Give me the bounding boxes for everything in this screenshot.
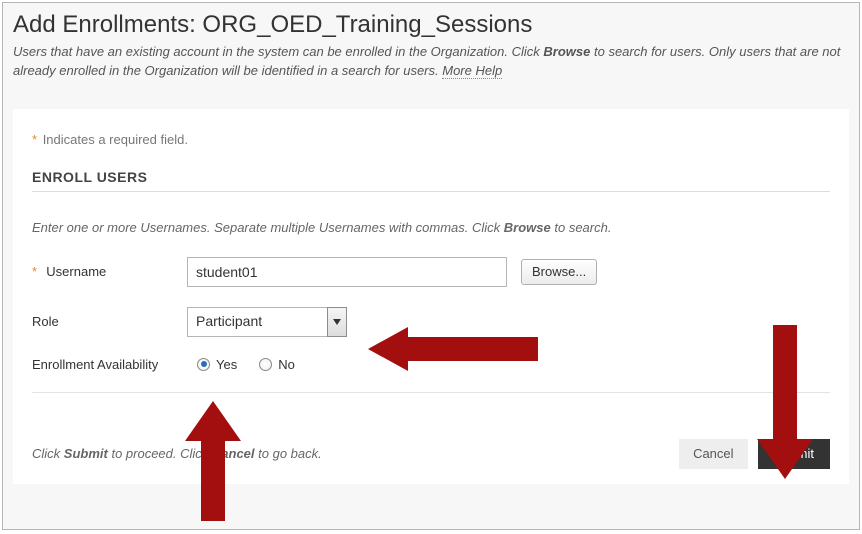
desc-part-1: Users that have an existing account in t… <box>13 44 543 59</box>
availability-radio-group: Yes No <box>197 357 295 372</box>
desc-browse-word: Browse <box>543 44 590 59</box>
footer-instructions: Click Submit to proceed. Click Cancel to… <box>32 446 322 461</box>
role-select[interactable]: Participant <box>187 307 347 337</box>
footer-instr-2: to proceed. Click <box>108 446 212 461</box>
footer-instr-submit: Submit <box>64 446 108 461</box>
username-label: * Username <box>32 264 187 279</box>
radio-icon[interactable] <box>197 358 210 371</box>
required-star-icon: * <box>32 264 37 279</box>
footer-instr-cancel: Cancel <box>212 446 255 461</box>
availability-yes-label: Yes <box>216 357 237 372</box>
chevron-down-icon[interactable] <box>327 307 347 337</box>
enroll-instructions: Enter one or more Usernames. Separate mu… <box>32 220 830 235</box>
browse-button[interactable]: Browse... <box>521 259 597 285</box>
username-label-text: Username <box>46 264 106 279</box>
username-input[interactable] <box>187 257 507 287</box>
page-title: Add Enrollments: ORG_OED_Training_Sessio… <box>13 11 849 39</box>
submit-button[interactable]: Submit <box>758 439 830 469</box>
role-select-value: Participant <box>187 307 327 337</box>
role-label: Role <box>32 314 187 329</box>
availability-no-option[interactable]: No <box>259 357 295 372</box>
required-star-icon: * <box>32 132 37 147</box>
section-title-enroll-users: ENROLL USERS <box>32 169 830 192</box>
more-help-link[interactable]: More Help <box>442 63 502 79</box>
enrollment-availability-label: Enrollment Availability <box>32 357 197 372</box>
footer-buttons: Cancel Submit <box>679 439 830 469</box>
availability-yes-option[interactable]: Yes <box>197 357 237 372</box>
row-enrollment-availability: Enrollment Availability Yes No <box>32 357 830 372</box>
required-field-note: * Indicates a required field. <box>32 132 830 147</box>
page-description: Users that have an existing account in t… <box>13 43 849 81</box>
required-field-text: Indicates a required field. <box>43 132 188 147</box>
cancel-button[interactable]: Cancel <box>679 439 747 469</box>
footer-instr-3: to go back. <box>255 446 322 461</box>
row-role: Role Participant <box>32 307 830 337</box>
footer-instr-1: Click <box>32 446 64 461</box>
row-username: * Username Browse... <box>32 257 830 287</box>
radio-icon[interactable] <box>259 358 272 371</box>
sub-instr-part-2: to search. <box>551 220 612 235</box>
sub-instr-part-1: Enter one or more Usernames. Separate mu… <box>32 220 504 235</box>
availability-no-label: No <box>278 357 295 372</box>
sub-instr-browse: Browse <box>504 220 551 235</box>
